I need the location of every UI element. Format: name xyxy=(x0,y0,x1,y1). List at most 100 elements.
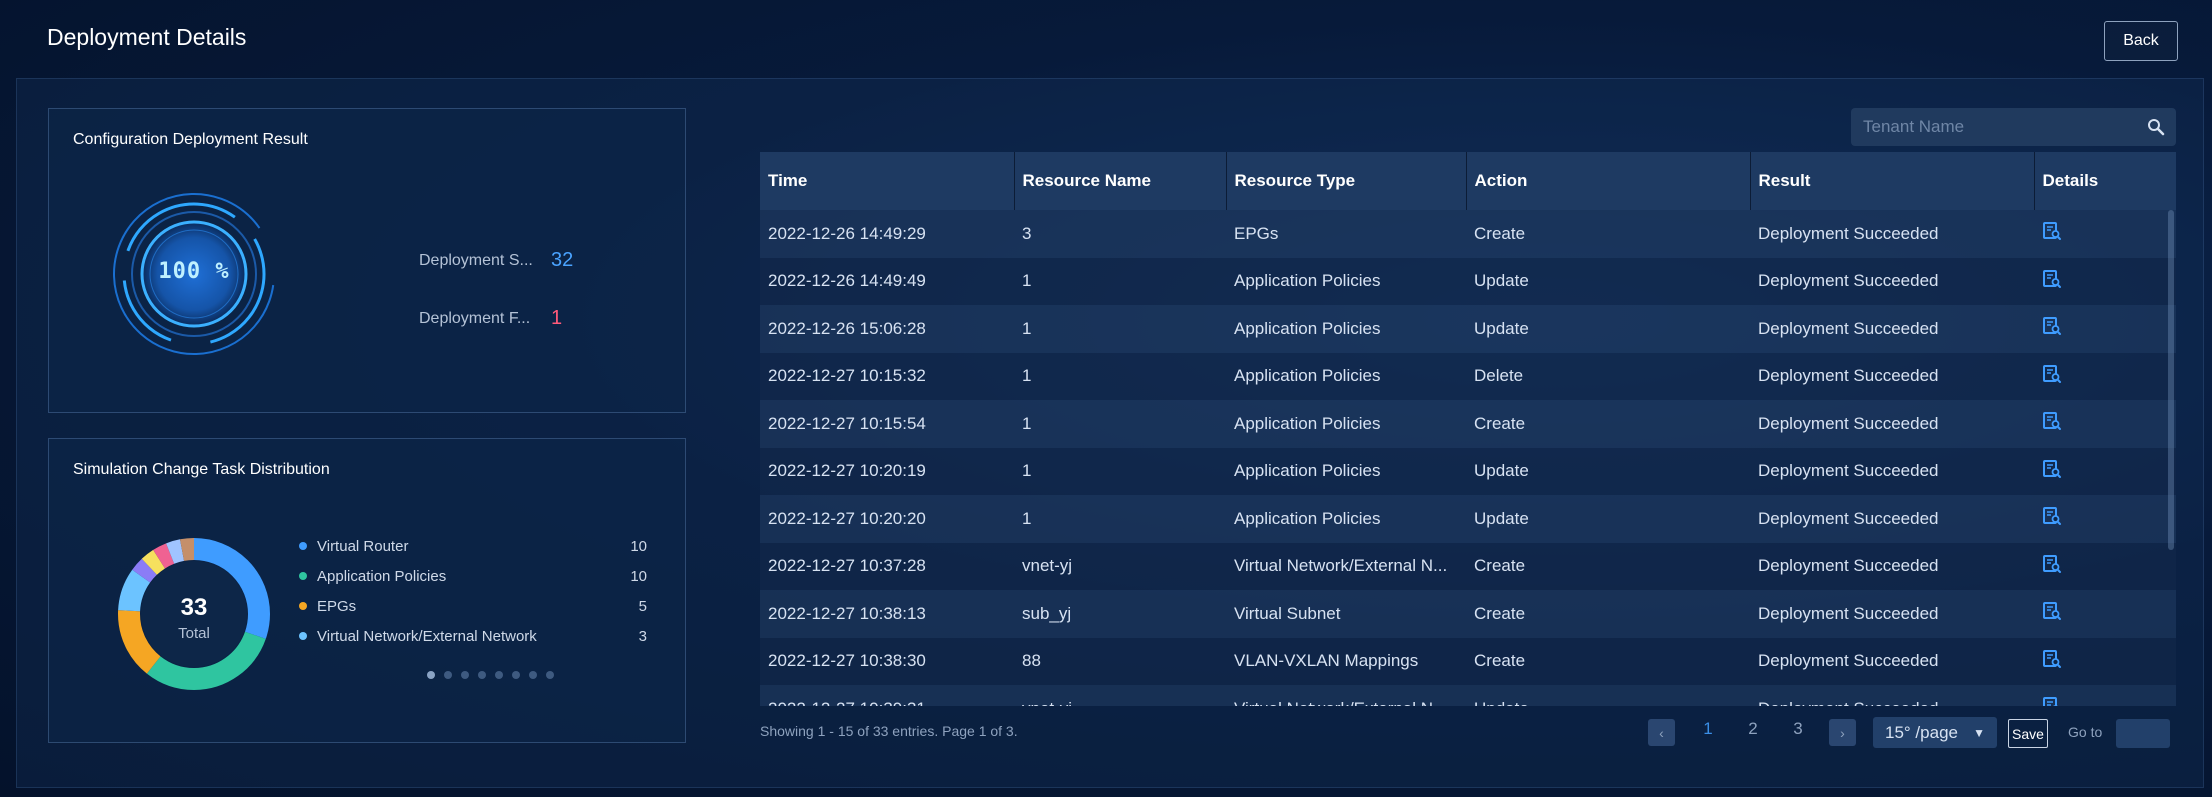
legend-label: EPGs xyxy=(317,597,357,615)
legend-item[interactable]: Application Policies 10 xyxy=(299,561,647,591)
cell-result: Deployment Succeeded xyxy=(1758,651,1939,671)
tenant-search xyxy=(1851,108,2176,146)
cell-resource-name: vnet-yj xyxy=(1014,685,1226,706)
cell-action: Update xyxy=(1474,271,1529,291)
cell-resource-name: 1 xyxy=(1022,461,1032,481)
deployment-success-row: Deployment S... 32 xyxy=(419,249,573,272)
column-header-resource-type[interactable]: Resource Type xyxy=(1226,152,1467,210)
table-row[interactable]: 2022-12-26 15:06:28 1 Application Policies… xyxy=(760,305,2176,353)
cell-result: Deployment Succeeded xyxy=(1758,556,1939,576)
cell-time: 2022-12-26 14:49:49 xyxy=(768,271,926,291)
legend-dot xyxy=(299,632,307,640)
page-number[interactable]: 1 xyxy=(1693,719,1723,739)
view-details-icon[interactable] xyxy=(2042,459,2062,479)
cell-action: Create xyxy=(1474,651,1526,671)
table-row[interactable]: 2022-12-27 10:38:13 sub_yj Virtual Subnet C… xyxy=(760,590,2176,638)
table-row[interactable]: 2022-12-27 10:20:19 1 Application Policies… xyxy=(760,447,2176,496)
cell-time: 2022-12-27 10:38:13 xyxy=(768,603,926,623)
legend-count: 10 xyxy=(630,567,647,585)
back-button[interactable]: Back xyxy=(2104,21,2178,61)
table-row[interactable]: 2022-12-27 10:15:54 1 Application Policies… xyxy=(760,400,2176,448)
cell-details xyxy=(2034,495,2176,543)
legend-item[interactable]: Virtual Router 10 xyxy=(299,531,647,561)
tenant-search-input[interactable] xyxy=(1861,116,2146,138)
table-row[interactable]: 2022-12-27 10:15:32 1 Application Policies… xyxy=(760,352,2176,400)
next-page-button[interactable]: › xyxy=(1829,719,1856,746)
cell-time: 2022-12-27 10:20:20 xyxy=(768,508,926,528)
legend-item[interactable]: EPGs 5 xyxy=(299,591,647,621)
cell-action: Delete xyxy=(1474,366,1524,386)
legend-item[interactable]: Virtual Network/External Network 3 xyxy=(299,621,647,651)
table-row[interactable]: 2022-12-26 14:49:49 1 Application Policies… xyxy=(760,257,2176,305)
legend-page-dot[interactable] xyxy=(444,671,452,679)
legend-page-dot[interactable] xyxy=(495,671,503,679)
prev-page-button[interactable]: ‹ xyxy=(1648,719,1675,746)
legend-page-dot[interactable] xyxy=(461,671,469,679)
legend-dot xyxy=(299,542,307,550)
deployment-success-value[interactable]: 32 xyxy=(551,249,573,272)
view-details-icon[interactable] xyxy=(2042,696,2062,706)
legend-page-dot[interactable] xyxy=(546,671,554,679)
view-details-icon[interactable] xyxy=(2042,506,2062,526)
goto-page-input[interactable] xyxy=(2116,719,2170,748)
cell-time: 2022-12-26 15:06:28 xyxy=(768,318,926,338)
distribution-legend: Virtual Router 10 Application Policies 1… xyxy=(299,531,647,651)
cell-details xyxy=(2034,448,2176,496)
view-details-icon[interactable] xyxy=(2042,649,2062,669)
table-scrollbar[interactable] xyxy=(2168,210,2174,550)
cell-action: Update xyxy=(1474,461,1529,481)
task-distribution-title: Simulation Change Task Distribution xyxy=(73,461,330,478)
table-row[interactable]: 2022-12-27 10:37:28 vnet-yj Virtual Networ… xyxy=(760,542,2176,590)
deployment-failure-value[interactable]: 1 xyxy=(551,307,562,330)
cell-result: Deployment Succeeded xyxy=(1758,603,1939,623)
cell-time: 2022-12-27 10:38:30 xyxy=(768,651,926,671)
page-size-select[interactable]: 15° /page ▼ xyxy=(1873,717,1997,748)
save-button[interactable]: Save xyxy=(2008,719,2048,748)
table-row[interactable]: 2022-12-27 10:38:30 88 VLAN-VXLAN Mappings… xyxy=(760,637,2176,686)
page-number[interactable]: 2 xyxy=(1738,719,1768,739)
goto-label: Go to xyxy=(2068,724,2103,740)
success-rate-text: 100 % xyxy=(158,259,230,284)
cell-action: Create xyxy=(1474,223,1526,243)
column-header-details[interactable]: Details xyxy=(2034,152,2176,210)
cell-action: Update xyxy=(1474,508,1529,528)
column-header-resource-name[interactable]: Resource Name xyxy=(1014,152,1227,210)
view-details-icon[interactable] xyxy=(2042,316,2062,336)
view-details-icon[interactable] xyxy=(2042,269,2062,289)
cell-result: Deployment Succeeded xyxy=(1758,318,1939,338)
cell-result: Deployment Succeeded xyxy=(1758,508,1939,528)
cell-resource-type: Application Policies xyxy=(1234,413,1381,433)
cell-details xyxy=(2034,210,2176,258)
column-header-result[interactable]: Result xyxy=(1750,152,2035,210)
cell-resource-type: Application Policies xyxy=(1234,271,1381,291)
donut-total-label: Total xyxy=(178,625,210,642)
table-header-row: Time Resource Name Resource Type Action … xyxy=(760,152,2176,210)
cell-action: Create xyxy=(1474,413,1526,433)
legend-page-dot[interactable] xyxy=(512,671,520,679)
page-number[interactable]: 3 xyxy=(1783,719,1813,739)
deployment-result-card: Configuration Deployment Result 100 % De… xyxy=(48,108,686,413)
view-details-icon[interactable] xyxy=(2042,221,2062,241)
page-title: Deployment Details xyxy=(47,24,247,50)
table-row[interactable]: 2022-12-27 10:39:31vnet-yjVirtual Networ… xyxy=(760,685,2176,706)
cell-resource-type: Application Policies xyxy=(1234,461,1381,481)
deployment-table: Time Resource Name Resource Type Action … xyxy=(760,152,2176,706)
cell-resource-type: Application Policies xyxy=(1234,508,1381,528)
legend-page-dot[interactable] xyxy=(478,671,486,679)
legend-page-dot[interactable] xyxy=(427,671,435,679)
view-details-icon[interactable] xyxy=(2042,554,2062,574)
column-header-action[interactable]: Action xyxy=(1466,152,1751,210)
legend-page-dot[interactable] xyxy=(529,671,537,679)
cell-details xyxy=(2034,305,2176,353)
column-header-time[interactable]: Time xyxy=(760,152,1015,210)
cell-resource-name: 1 xyxy=(1022,508,1032,528)
view-details-icon[interactable] xyxy=(2042,601,2062,621)
cell-details xyxy=(2034,638,2176,686)
view-details-icon[interactable] xyxy=(2042,411,2062,431)
search-icon[interactable] xyxy=(2146,117,2166,137)
view-details-icon[interactable] xyxy=(2042,364,2062,384)
table-row[interactable]: 2022-12-26 14:49:29 3 EPGs Create Deployment… xyxy=(760,210,2176,258)
cell-time: 2022-12-26 14:49:29 xyxy=(768,223,926,243)
cell-action: Update xyxy=(1474,318,1529,338)
table-row[interactable]: 2022-12-27 10:20:20 1 Application Policies… xyxy=(760,495,2176,543)
